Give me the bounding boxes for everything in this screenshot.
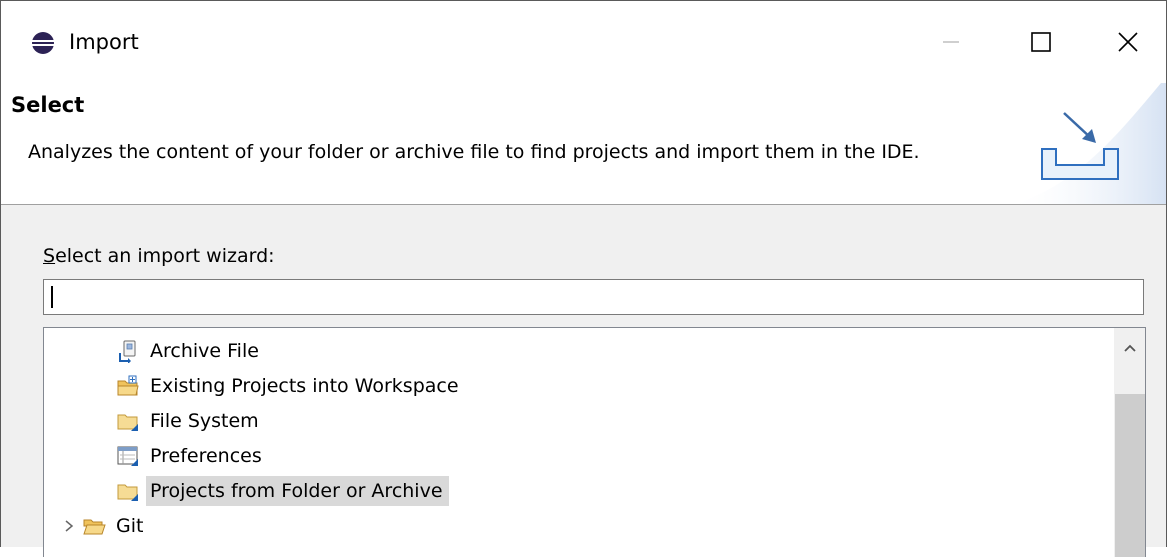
maximize-button[interactable] — [1011, 15, 1071, 69]
tree-item-label: File System — [150, 410, 259, 432]
import-wizard-icon — [1041, 112, 1119, 180]
tree-item-projects-from-folder[interactable]: Projects from Folder or Archive — [116, 474, 449, 508]
folder-icon — [117, 414, 138, 431]
text-caret — [51, 286, 53, 308]
minimize-button[interactable] — [921, 15, 981, 69]
eclipse-icon — [32, 32, 54, 54]
wizard-tree[interactable]: Archive File Existing Projects into Work… — [43, 327, 1146, 557]
page-description: Analyzes the content of your folder or a… — [28, 141, 920, 163]
close-button[interactable] — [1098, 15, 1158, 69]
import-dialog: Import Select Analyzes the content of yo… — [0, 0, 1167, 557]
close-icon — [1118, 32, 1138, 52]
tree-item-label: Existing Projects into Workspace — [150, 375, 459, 397]
tree-item-label: Projects from Folder or Archive — [146, 476, 449, 506]
maximize-icon — [1031, 32, 1051, 52]
tree-item-preferences[interactable]: Preferences — [116, 439, 268, 473]
tree-item-label: Archive File — [150, 340, 259, 362]
scroll-thumb[interactable] — [1115, 394, 1145, 557]
page-title: Select — [11, 93, 85, 117]
tree-item-archive-file[interactable]: Archive File — [116, 334, 265, 368]
scroll-up-button[interactable] — [1114, 328, 1145, 368]
title-bar[interactable]: Import — [1, 1, 1166, 83]
minimize-icon — [943, 41, 959, 43]
archive-file-icon — [119, 340, 136, 363]
tree-item-git[interactable]: Git — [60, 509, 149, 543]
tree-item-file-system[interactable]: File System — [116, 404, 265, 438]
label-text: elect an import wizard: — [55, 245, 275, 267]
tree-scrollbar[interactable] — [1114, 328, 1145, 557]
window-title: Import — [69, 30, 139, 54]
wizard-banner: Select Analyzes the content of your fold… — [1, 83, 1166, 205]
label-mnemonic: S — [43, 245, 56, 267]
tree-item-existing-projects[interactable]: Existing Projects into Workspace — [116, 369, 465, 403]
wizard-list-label: Select an import wizard: — [43, 243, 275, 269]
folder-icon — [117, 484, 138, 501]
chevron-up-icon — [1124, 344, 1136, 352]
wizard-filter-input[interactable] — [43, 279, 1144, 315]
tree-item-label: Preferences — [150, 445, 262, 467]
wizard-body: Select an import wizard: Archive File Ex… — [1, 205, 1166, 557]
tree-item-label: Git — [116, 515, 144, 537]
open-folder-icon — [83, 519, 106, 535]
preferences-icon — [117, 446, 138, 466]
existing-projects-icon — [117, 375, 139, 396]
expand-chevron-icon[interactable] — [60, 514, 78, 538]
